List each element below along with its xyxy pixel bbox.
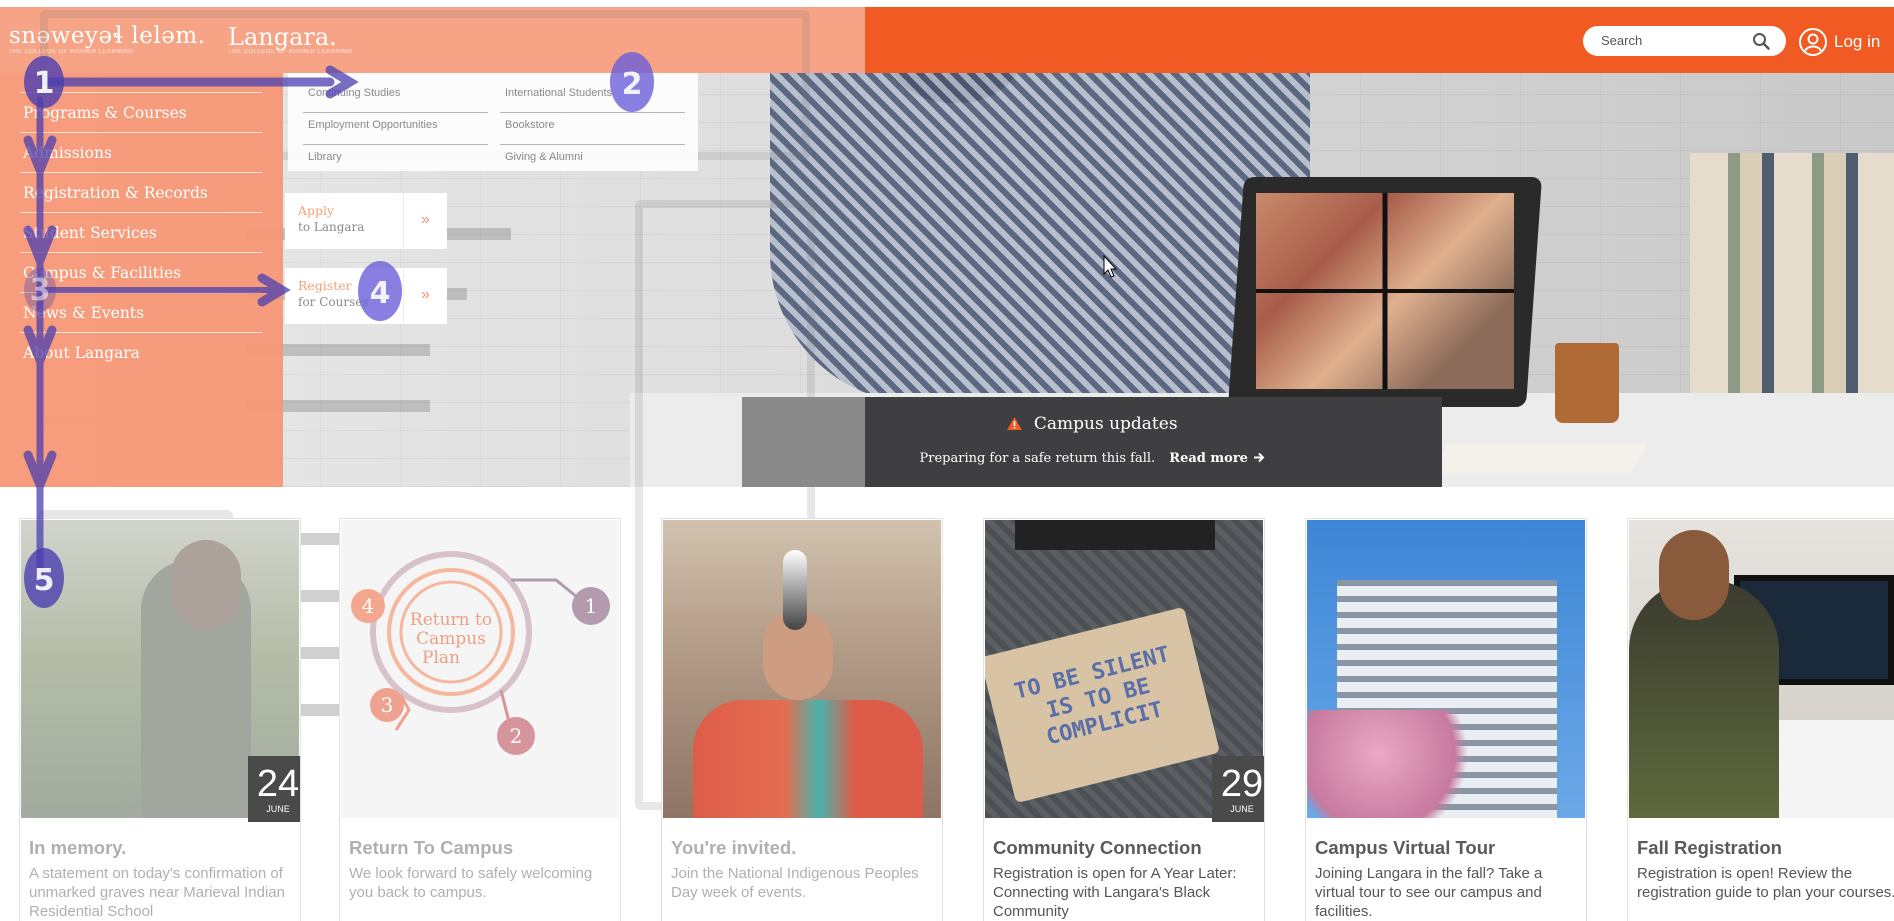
warning-triangle-icon [1007,417,1023,430]
nav-campus-facilities[interactable]: Campus & Facilities [20,253,262,293]
user-icon [1799,28,1827,56]
person-shirt [770,73,1310,403]
link-library[interactable]: Library [303,145,488,177]
news-card[interactable]: Campus Virtual Tour Joining Langara in t… [1305,518,1587,921]
card-image [663,520,941,818]
card-title: You're invited. [671,837,797,858]
bookshelf [1690,153,1894,403]
date-day: 24 [256,763,300,805]
register-sublabel: for Courses [298,295,369,309]
updates-title-text: Campus updates [1033,414,1178,434]
nav-news-events[interactable]: News & Events [20,293,262,333]
apply-arrow-icon: » [403,193,447,249]
register-label: Register [298,278,352,293]
nav-admissions[interactable]: Admissions [20,133,262,173]
read-more-label: Read more [1169,451,1248,466]
news-card[interactable]: You're invited. Join the National Indige… [661,518,943,921]
date-badge: 24 JUNE [248,756,300,822]
link-bookstore[interactable]: Bookstore [500,113,685,145]
card-text: Joining Langara in the fall? Take a virt… [1315,865,1543,920]
link-continuing-studies[interactable]: Continuing Studies [303,81,488,113]
search-input[interactable] [1601,33,1751,48]
news-card[interactable]: 24 JUNE In memory. A statement on today'… [19,518,301,921]
login-label: Log in [1834,32,1881,51]
card-image [1307,520,1585,818]
cherry-blossoms [1307,710,1487,818]
card-text: Registration is open for A Year Later: C… [993,865,1237,920]
news-card[interactable]: 1 2 3 4 Return to Campus Plan Return To … [339,518,621,921]
updates-text: Preparing for a safe return this fall. [919,451,1156,466]
read-more-link[interactable]: Read more [1169,451,1264,466]
sign-text: TO BE SILENT IS TO BE COMPLICIT [1011,642,1173,751]
card-fade [341,520,619,818]
pencil-cup [1555,343,1619,423]
updates-text-row: Preparing for a safe return this fall. R… [742,451,1442,466]
nav-registration-records[interactable]: Registration & Records [20,173,262,213]
updates-banner-shade [742,397,865,487]
nav-about-langara[interactable]: About Langara [20,333,262,373]
card-title: Community Connection [993,837,1202,858]
card-text: A statement on today's confirmation of u… [29,865,285,920]
apply-button[interactable]: Apply to Langara » [285,193,447,249]
register-button[interactable]: Register for Courses » [285,268,447,324]
card-title: Return To Campus [349,837,514,858]
notebook [1431,443,1649,473]
main-nav: Programs & Courses Admissions Registrati… [20,92,262,373]
secondary-links-panel: Continuing Studies Employment Opportunit… [288,73,698,171]
updates-title: Campus updates [742,414,1442,434]
search-box[interactable] [1583,26,1786,56]
news-card[interactable]: TO BE SILENT IS TO BE COMPLICIT 29 JUNE … [983,518,1265,921]
arrow-right-icon [1253,452,1264,463]
card-image [1629,520,1894,818]
secondary-links-right: International Students Bookstore Giving … [500,81,685,177]
register-arrow-icon: » [403,268,447,324]
date-badge: 29 JUNE [1212,756,1264,822]
card-title: Fall Registration [1637,837,1782,858]
card-text: We look forward to safely welcoming you … [349,865,593,901]
secondary-links-left: Continuing Studies Employment Opportunit… [303,81,488,177]
card-title: In memory. [29,837,127,858]
link-giving-alumni[interactable]: Giving & Alumni [500,145,685,177]
card-image: 1 2 3 4 Return to Campus Plan [341,520,619,818]
student-head [1659,530,1729,620]
protest-sign: TO BE SILENT IS TO BE COMPLICIT [985,606,1221,804]
card-title: Campus Virtual Tour [1315,837,1496,858]
link-employment-opportunities[interactable]: Employment Opportunities [303,113,488,145]
apply-sublabel: to Langara [298,220,365,234]
link-international-students[interactable]: International Students [500,81,685,113]
search-icon[interactable] [1752,32,1770,50]
news-card[interactable]: Fall Registration Registration is open! … [1627,518,1894,921]
nav-student-services[interactable]: Student Services [20,213,262,253]
campus-updates-banner: Campus updates Preparing for a safe retu… [742,397,1442,487]
shoes [1015,520,1215,550]
date-day: 29 [1220,763,1264,805]
card-text: Join the National Indigenous Peoples Day… [671,865,919,901]
card-text: Registration is open! Review the registr… [1637,865,1894,901]
nav-programs-courses[interactable]: Programs & Courses [20,93,262,133]
mega-menu-panel: Programs & Courses Admissions Registrati… [0,73,283,487]
login-link[interactable]: Log in [1798,26,1880,58]
apply-label: Apply [298,203,335,218]
desk-surface [1779,720,1894,818]
card-fade [663,520,941,818]
video-call-grid [1256,193,1514,389]
